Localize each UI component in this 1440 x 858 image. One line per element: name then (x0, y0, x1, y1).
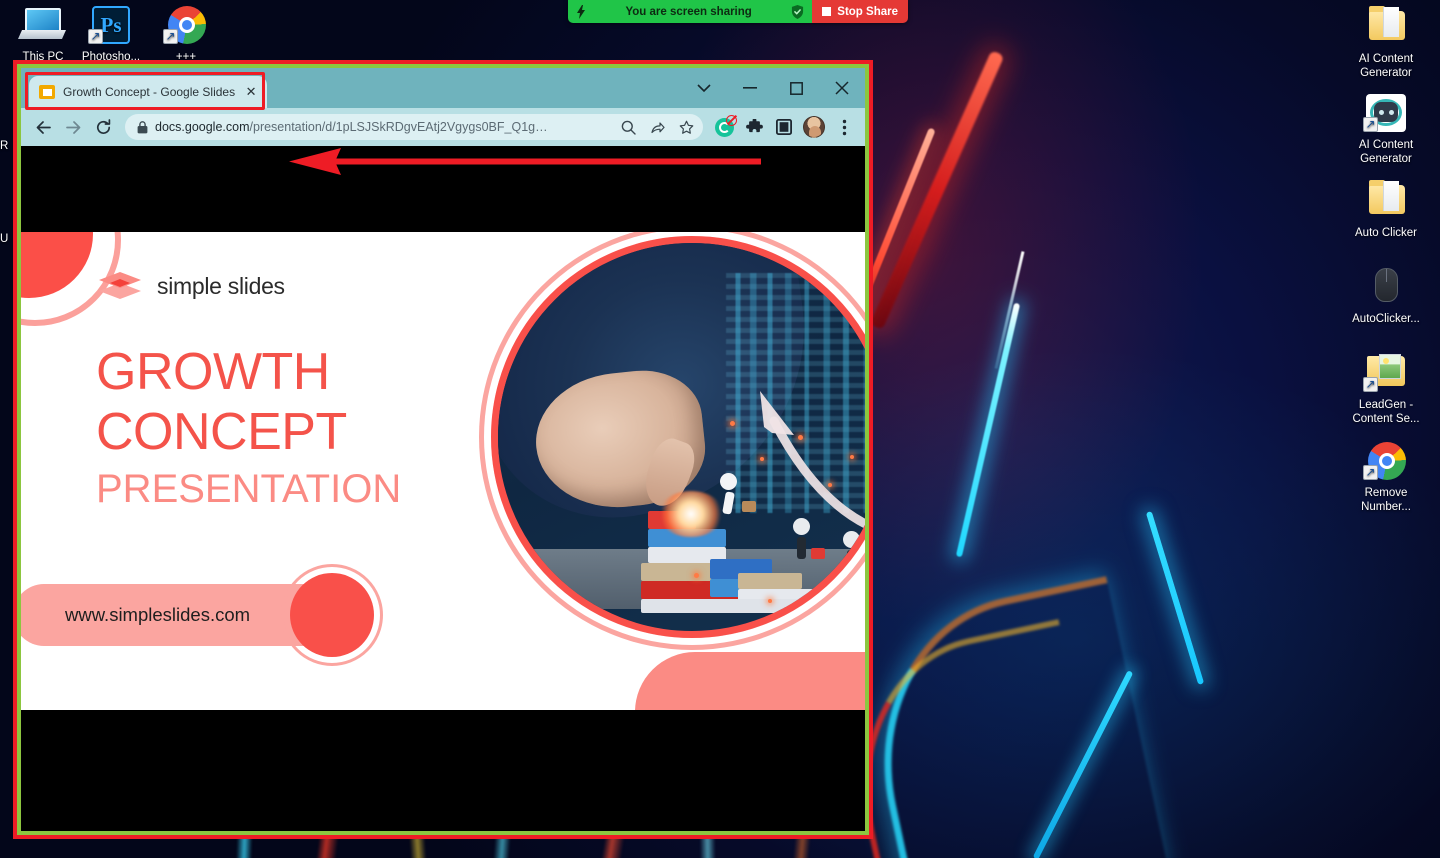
stick-figure-3 (843, 531, 865, 572)
slide-subtitle: PRESENTATION (96, 467, 402, 511)
screen-sharing-bar: You are screen sharing Stop Share (568, 0, 908, 23)
close-button[interactable] (819, 68, 865, 108)
edge-label-r: R (0, 140, 9, 152)
share-icon[interactable] (646, 116, 668, 138)
window-green-highlight: Growth Concept - Google Slides ✕ docs.go… (17, 64, 869, 835)
window-red-highlight: Growth Concept - Google Slides ✕ docs.go… (13, 60, 873, 839)
computer-icon (17, 4, 67, 46)
browser-toolbar: docs.google.com/presentation/d/1pLSJSkRD… (21, 108, 865, 146)
slide-website-text: www.simpleslides.com (65, 604, 251, 625)
slide-bottom-swoosh (635, 652, 865, 710)
extensions-puzzle-icon[interactable] (741, 114, 767, 140)
url-path: /presentation/d/1pLSJSkRDgvEAtj2Vgygs0BF… (249, 120, 548, 134)
tab-search-icon[interactable] (681, 68, 727, 108)
lock-icon (137, 120, 148, 133)
desktop-icon-autoclicker-app[interactable]: AutoClicker... (1343, 266, 1429, 326)
folder-icon (1363, 180, 1409, 222)
browser-tab[interactable]: Growth Concept - Google Slides ✕ (29, 76, 268, 108)
sharing-status: You are screen sharing (568, 0, 813, 23)
desktop: This PC Ps Photosho... +++ R U AI Conten… (0, 0, 1440, 858)
desktop-icon-label: LeadGen - Content Se... (1352, 399, 1420, 425)
slide-hero-image (491, 236, 865, 638)
url-dot-shape (290, 573, 374, 657)
stop-square-icon (822, 7, 832, 16)
desktop-icon-chrome[interactable]: +++ (143, 4, 229, 64)
shield-icon (792, 4, 804, 19)
desktop-icon-leadgen[interactable]: LeadGen - Content Se... (1343, 352, 1429, 426)
window-controls (681, 68, 865, 108)
chrome-browser-window: Growth Concept - Google Slides ✕ docs.go… (21, 68, 865, 831)
wallpaper-streak-cyan-3 (1032, 670, 1134, 858)
profile-avatar[interactable] (801, 114, 827, 140)
tab-close-icon[interactable]: ✕ (243, 84, 259, 100)
url-text: docs.google.com/presentation/d/1pLSJSkRD… (155, 120, 610, 134)
wallpaper-streak-red (869, 50, 1005, 330)
wallpaper-swirl (851, 576, 1169, 858)
grammarly-icon[interactable] (711, 114, 737, 140)
desktop-icon-remove-number[interactable]: Remove Number... (1343, 440, 1429, 514)
address-bar[interactable]: docs.google.com/presentation/d/1pLSJSkRD… (125, 114, 703, 140)
wallpaper-streak-cyan (955, 302, 1021, 558)
forward-icon[interactable] (59, 113, 87, 141)
stop-share-label: Stop Share (837, 5, 898, 18)
page-viewport: simple slides GROWTH CONCEPT PRESENTATIO… (21, 146, 865, 831)
back-icon[interactable] (29, 113, 57, 141)
zoom-search-icon[interactable] (617, 116, 639, 138)
slide-logo-text: simple slides (157, 272, 285, 299)
tab-title: Growth Concept - Google Slides (63, 85, 236, 99)
chrome-icon (1363, 440, 1409, 482)
extensions-row (711, 114, 857, 140)
reload-icon[interactable] (89, 113, 117, 141)
google-slides-icon (39, 85, 55, 99)
desktop-icon-label: Auto Clicker (1355, 227, 1417, 239)
bolt-icon (577, 4, 585, 19)
desktop-icon-label: AI Content Generator (1358, 53, 1414, 79)
bookmark-star-icon[interactable] (675, 116, 697, 138)
slide-url-banner: www.simpleslides.com (21, 564, 383, 666)
desktop-icon-ai-content-generator-app[interactable]: AI Content Generator (1343, 92, 1429, 166)
simple-slides-logo-icon (97, 266, 143, 306)
presentation-slide[interactable]: simple slides GROWTH CONCEPT PRESENTATIO… (21, 232, 865, 710)
slide-title-block: GROWTH CONCEPT PRESENTATION (96, 342, 466, 516)
desktop-icon-ai-content-generator-folder[interactable]: AI Content Generator (1343, 6, 1429, 80)
stick-figure-2 (793, 518, 825, 559)
chrome-menu-icon[interactable] (831, 114, 857, 140)
wallpaper-swirl-2 (833, 619, 1117, 858)
desktop-icon-photoshop[interactable]: Ps Photosho... (68, 4, 154, 64)
slide-title-line-1: GROWTH (96, 343, 330, 401)
desktop-icon-label: Remove Number... (1361, 487, 1411, 513)
slide-logo: simple slides (97, 266, 285, 306)
maximize-button[interactable] (773, 68, 819, 108)
growth-arrow-icon (760, 391, 865, 529)
desktop-icon-label: AutoClicker... (1352, 313, 1420, 325)
slide-title-line-2: CONCEPT (96, 403, 347, 461)
browser-titlebar: Growth Concept - Google Slides ✕ (21, 68, 865, 175)
robot-app-icon (1363, 92, 1409, 134)
wallpaper-streak-white (994, 251, 1025, 369)
photoshop-icon: Ps (88, 4, 134, 46)
wallpaper-streak-cyan-2 (1145, 511, 1205, 685)
edge-label-u: U (0, 233, 9, 245)
minimize-button[interactable] (727, 68, 773, 108)
sharing-message: You are screen sharing (625, 5, 752, 18)
side-panel-icon[interactable] (771, 114, 797, 140)
stop-share-button[interactable]: Stop Share (812, 0, 908, 23)
url-host: docs.google.com (155, 120, 250, 134)
stick-figure-runner (720, 473, 756, 515)
folder-icon (1363, 6, 1409, 48)
mouse-icon (1363, 266, 1409, 308)
chrome-icon (163, 4, 209, 46)
desktop-icon-label: AI Content Generator (1358, 139, 1414, 165)
image-folder-icon (1363, 352, 1409, 394)
desktop-icon-auto-clicker-folder[interactable]: Auto Clicker (1343, 180, 1429, 240)
